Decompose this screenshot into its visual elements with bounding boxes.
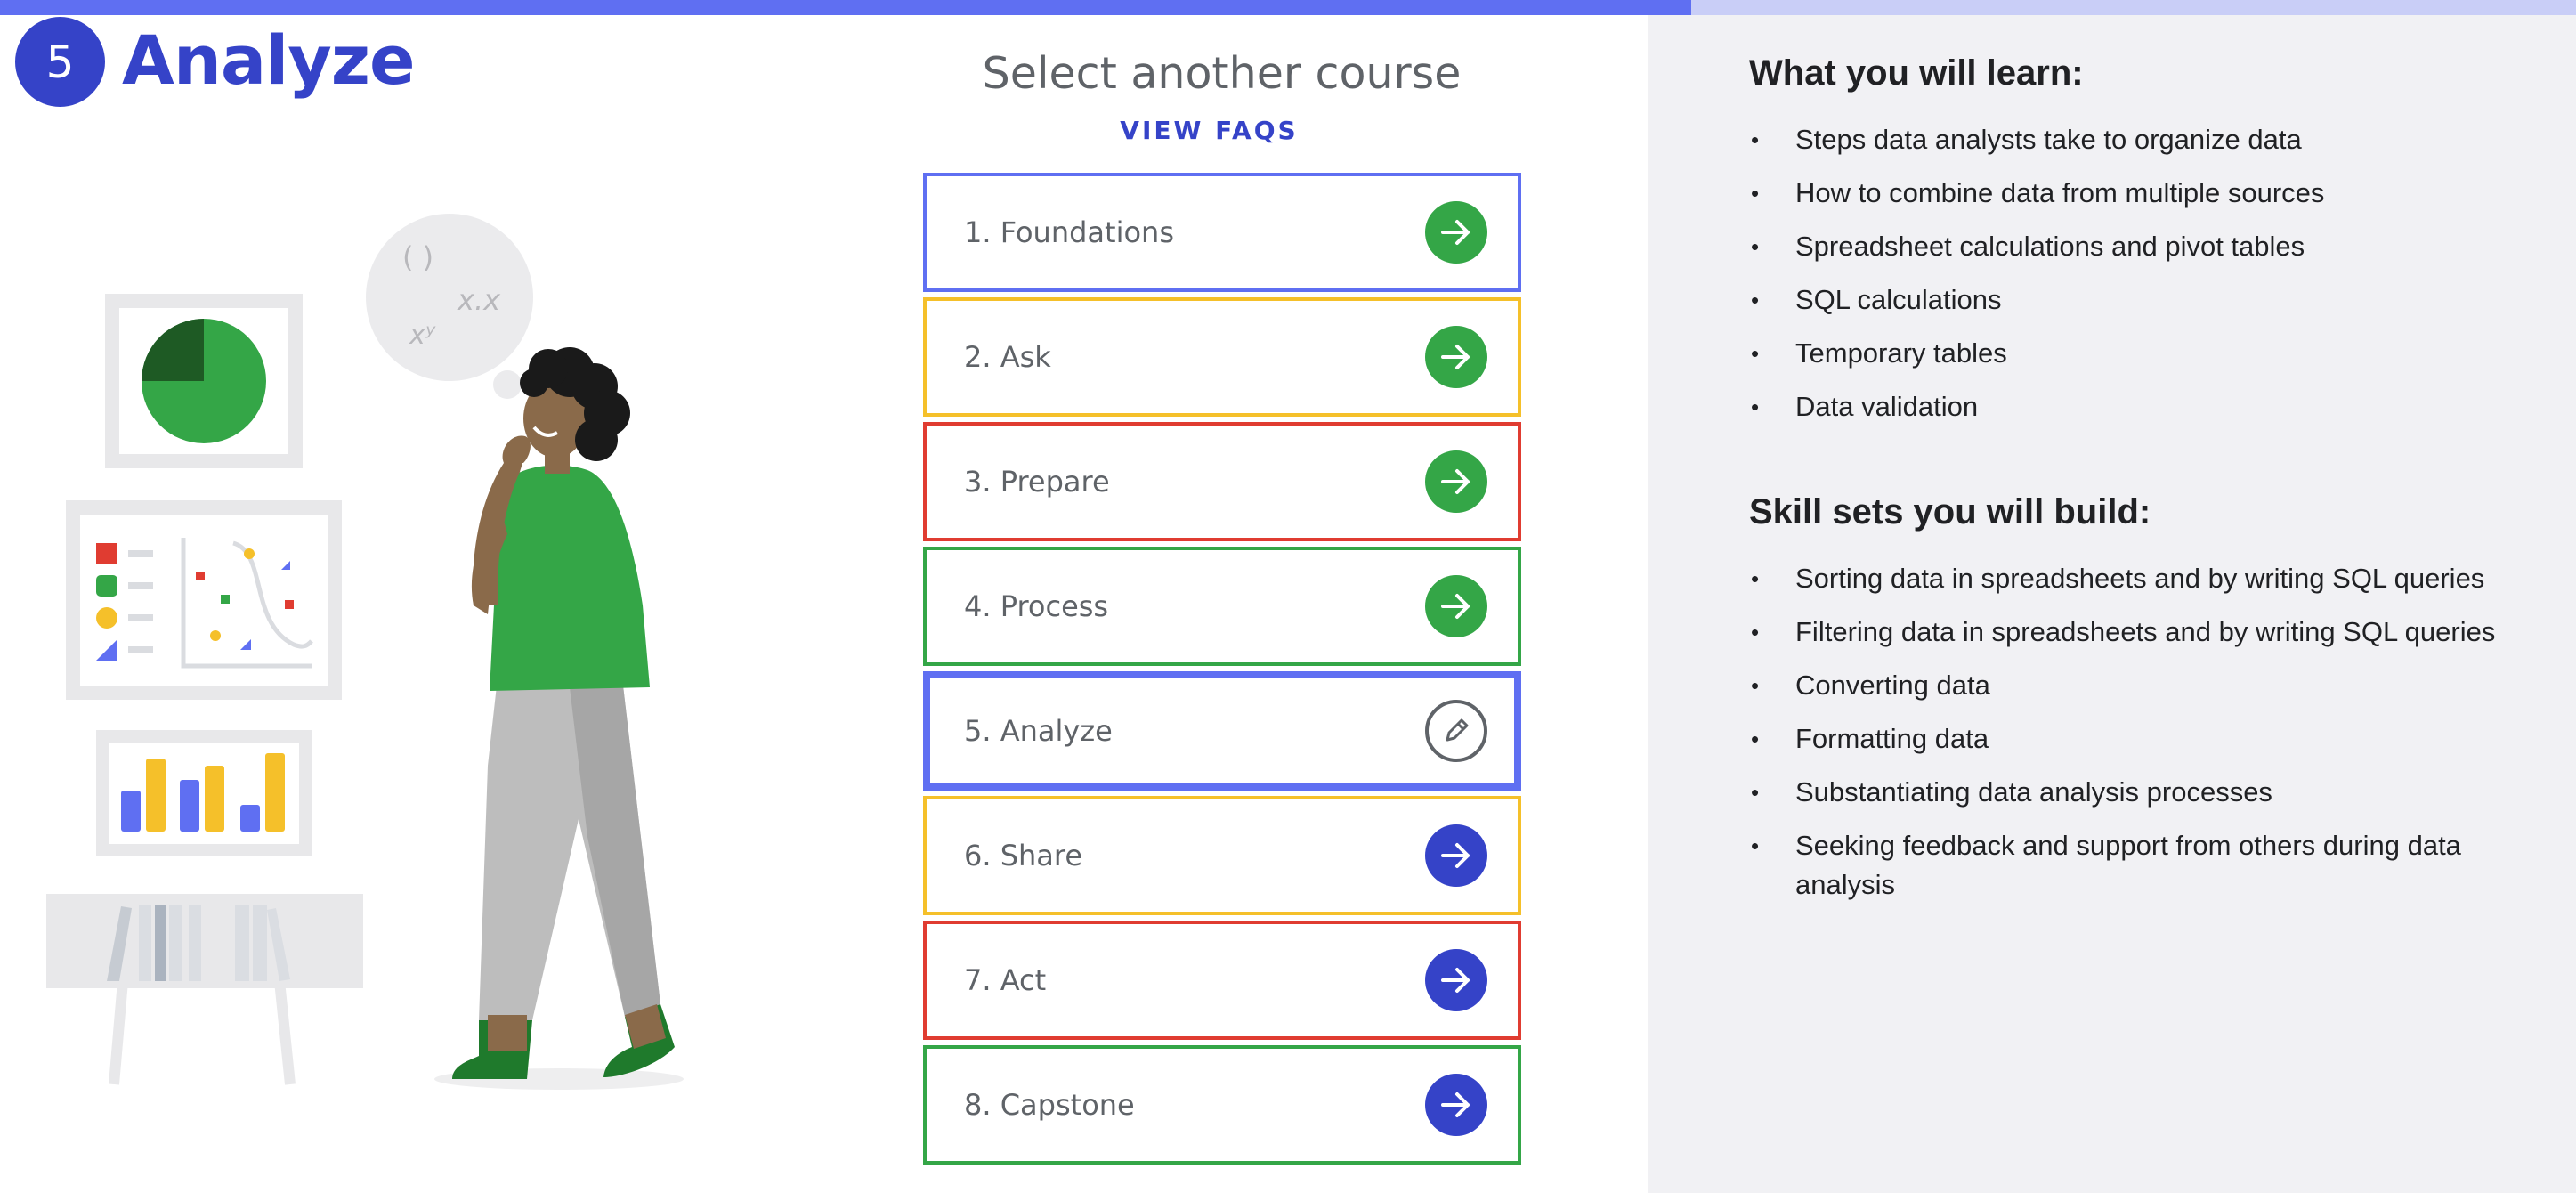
skills-list: Sorting data in spreadsheets and by writ… bbox=[1749, 559, 2532, 919]
thought-text-xy: xʸ bbox=[409, 320, 436, 351]
skills-list-item: Formatting data bbox=[1749, 719, 2532, 759]
learn-list-item: Data validation bbox=[1749, 387, 2532, 426]
go-to-course-button[interactable] bbox=[1425, 575, 1487, 637]
go-to-course-button[interactable] bbox=[1425, 1074, 1487, 1136]
arrow-right-icon bbox=[1439, 963, 1473, 997]
learn-list-item: How to combine data from multiple source… bbox=[1749, 174, 2532, 213]
course-label: 7. Act bbox=[964, 963, 1047, 997]
page-title: Analyze bbox=[122, 20, 416, 100]
go-to-course-button[interactable] bbox=[1425, 450, 1487, 513]
select-course-title: Select another course bbox=[982, 48, 1462, 99]
course-label: 3. Prepare bbox=[964, 465, 1110, 499]
learn-list-item: Steps data analysts take to organize dat… bbox=[1749, 120, 2532, 159]
thought-text-parens: ( ) bbox=[402, 240, 433, 274]
learn-heading: What you will learn: bbox=[1749, 53, 2084, 93]
go-to-course-button[interactable] bbox=[1425, 201, 1487, 264]
learn-list: Steps data analysts take to organize dat… bbox=[1749, 120, 2532, 441]
course-label: 8. Capstone bbox=[964, 1088, 1135, 1122]
go-to-course-button[interactable] bbox=[1425, 824, 1487, 887]
go-to-course-button[interactable] bbox=[1425, 326, 1487, 388]
thought-text-xx: x.x bbox=[457, 283, 501, 317]
course-item[interactable]: 2. Ask bbox=[923, 297, 1521, 417]
course-item[interactable]: 4. Process bbox=[923, 547, 1521, 666]
course-details-panel: What you will learn: Steps data analysts… bbox=[1648, 15, 2576, 1193]
arrow-right-icon bbox=[1439, 340, 1473, 374]
course-item[interactable]: 7. Act bbox=[923, 921, 1521, 1040]
go-to-course-button[interactable] bbox=[1425, 949, 1487, 1011]
arrow-right-icon bbox=[1439, 465, 1473, 499]
arrow-right-icon bbox=[1439, 589, 1473, 623]
course-item[interactable]: 1. Foundations bbox=[923, 173, 1521, 292]
course-label: 2. Ask bbox=[964, 340, 1051, 374]
learn-list-item: Temporary tables bbox=[1749, 334, 2532, 373]
scatter-chart-picture bbox=[66, 500, 342, 700]
course-list: 1. Foundations 2. Ask 3. Prepare 4. Process… bbox=[923, 173, 1521, 1170]
learn-list-item: SQL calculations bbox=[1749, 280, 2532, 320]
skills-list-item: Substantiating data analysis processes bbox=[1749, 773, 2532, 812]
learn-list-item: Spreadsheet calculations and pivot table… bbox=[1749, 227, 2532, 266]
pencil-icon bbox=[1440, 715, 1472, 747]
course-item[interactable]: 6. Share bbox=[923, 796, 1521, 915]
course-item[interactable]: 8. Capstone bbox=[923, 1045, 1521, 1165]
edit-course-button[interactable] bbox=[1425, 700, 1487, 762]
arrow-right-icon bbox=[1439, 1088, 1473, 1122]
skills-list-item: Seeking feedback and support from others… bbox=[1749, 826, 2532, 905]
analyst-illustration: ( ) x.x xʸ bbox=[46, 214, 684, 1090]
course-label: 1. Foundations bbox=[964, 215, 1174, 249]
progress-bar-fill bbox=[0, 0, 1691, 15]
skills-list-item: Filtering data in spreadsheets and by wr… bbox=[1749, 613, 2532, 652]
thought-bubble: ( ) x.x xʸ bbox=[366, 214, 533, 399]
view-faqs-link[interactable]: VIEW FAQS bbox=[908, 116, 1511, 145]
person-figure bbox=[434, 347, 684, 1090]
arrow-right-icon bbox=[1439, 215, 1473, 249]
skills-list-item: Sorting data in spreadsheets and by writ… bbox=[1749, 559, 2532, 598]
progress-bar bbox=[0, 0, 2576, 15]
pie-chart-picture bbox=[105, 294, 303, 468]
course-label: 4. Process bbox=[964, 589, 1109, 623]
bar-chart-picture bbox=[96, 730, 312, 856]
course-item[interactable]: 5. Analyze bbox=[923, 671, 1521, 791]
course-item[interactable]: 3. Prepare bbox=[923, 422, 1521, 541]
bookshelf-picture bbox=[46, 894, 363, 1085]
step-number-badge: 5 bbox=[15, 17, 105, 107]
skills-list-item: Converting data bbox=[1749, 666, 2532, 705]
skills-heading: Skill sets you will build: bbox=[1749, 492, 2151, 532]
arrow-right-icon bbox=[1439, 839, 1473, 872]
course-label: 6. Share bbox=[964, 839, 1083, 872]
course-label: 5. Analyze bbox=[964, 714, 1113, 748]
